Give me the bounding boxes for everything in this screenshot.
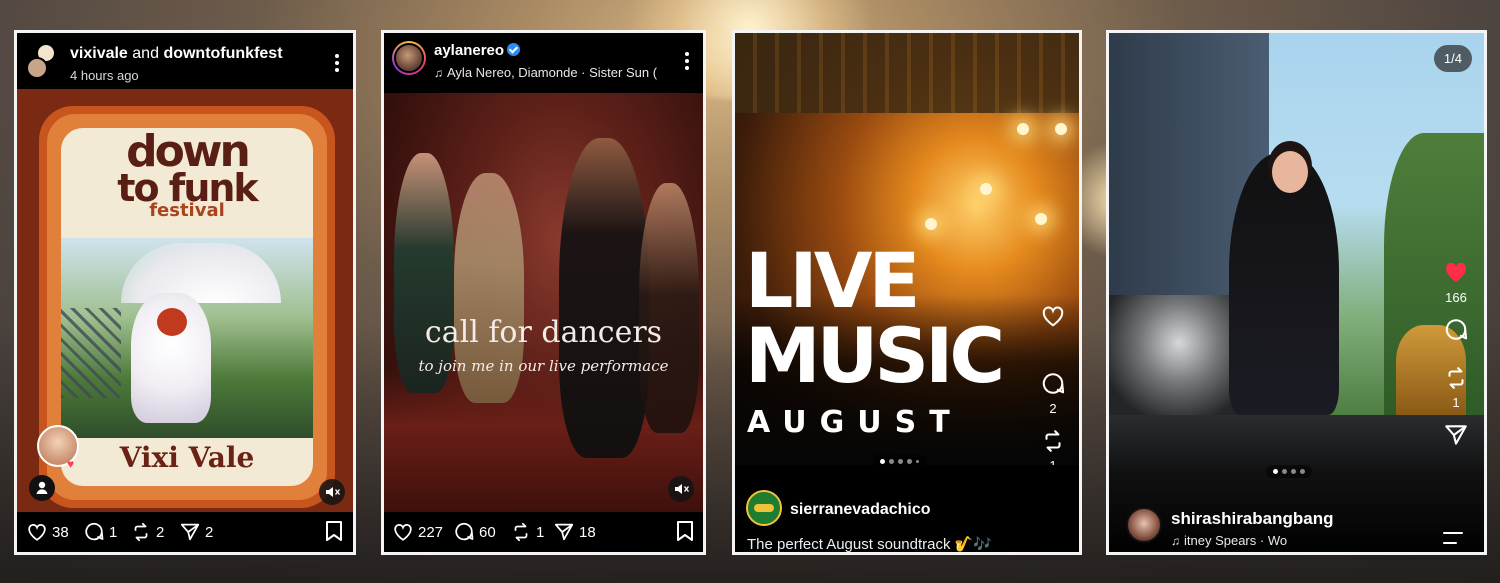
post-author[interactable]: aylanereo	[434, 42, 521, 59]
tagged-people-icon[interactable]	[29, 475, 55, 501]
post-footer: sierranevadachico The perfect August sou…	[735, 465, 1079, 552]
like-action[interactable]: 38	[26, 521, 69, 543]
menu-icon[interactable]	[1442, 530, 1464, 546]
carousel-indicator	[1266, 465, 1312, 478]
comment-count: 1	[109, 523, 118, 541]
post-author[interactable]: vixivale and downtofunkfest	[70, 45, 283, 63]
comment-icon[interactable]	[1040, 371, 1066, 397]
heart-icon[interactable]	[1442, 258, 1470, 286]
post-media[interactable]: LIVE MUSIC AUGUST	[735, 33, 1079, 468]
comment-icon[interactable]	[83, 521, 105, 543]
poster-performer-name: Vixi Vale	[119, 441, 255, 474]
heart-icon[interactable]	[1040, 303, 1066, 329]
like-action[interactable]: 227	[392, 521, 443, 543]
logo-line: festival	[149, 200, 225, 221]
like-count: 38	[52, 523, 69, 541]
author-avatar[interactable]	[1126, 507, 1162, 543]
audio-track[interactable]: ♫ Ayla Nereo, Diamonde · Sister Sun (	[434, 65, 657, 80]
post-header: aylanereo ♫ Ayla Nereo, Diamonde · Sister…	[384, 33, 703, 93]
post-media[interactable]: call for dancers to join me in our live …	[384, 93, 703, 516]
headline-live: LIVE	[745, 236, 920, 325]
post-card-sierranevadachico[interactable]: LIVE MUSIC AUGUST 2 1 sierranevadachico …	[732, 30, 1082, 555]
repost-icon[interactable]	[1443, 365, 1469, 391]
like-count: 166	[1445, 290, 1467, 305]
post-actions: 227 60 1 18	[384, 512, 703, 552]
bookmark-icon[interactable]	[675, 520, 695, 542]
post-card-shirashirabangbang[interactable]: 1/4 166 1 shirashirabangbang ♫ itney Spea…	[1106, 30, 1487, 555]
mute-icon[interactable]	[668, 476, 694, 502]
poster-frame: down to funk festival Vixi Vale	[39, 106, 335, 508]
repost-count: 1	[536, 523, 545, 541]
author-joiner: and	[132, 45, 159, 62]
like-count: 227	[418, 523, 444, 541]
performer-photo	[61, 238, 313, 438]
heart-icon[interactable]	[392, 521, 414, 543]
post-timestamp: 4 hours ago	[70, 68, 139, 83]
post-media[interactable]: 1/4	[1109, 33, 1484, 415]
share-count: 18	[579, 523, 596, 541]
collab-avatars[interactable]	[26, 43, 56, 79]
dancer-figure	[639, 183, 699, 433]
festival-logo: down to funk festival	[61, 130, 313, 222]
dancer-figure	[559, 138, 649, 458]
overlay-subtitle: to join me in our live performace	[418, 357, 669, 375]
audio-track-label: Ayla Nereo, Diamonde · Sister Sun (	[447, 65, 658, 80]
heart-icon: ♥	[67, 457, 75, 471]
collab-author-name[interactable]: downtofunkfest	[163, 45, 282, 62]
repost-count: 2	[156, 523, 165, 541]
author-name[interactable]: sierranevadachico	[790, 501, 931, 519]
post-caption[interactable]: The perfect August soundtrack 🎷🎶	[747, 535, 992, 552]
audio-track-label: itney Spears · Wo	[1184, 533, 1288, 548]
repost-action[interactable]: 1	[510, 521, 544, 543]
bookmark-icon[interactable]	[324, 520, 344, 542]
headline-month: AUGUST	[747, 405, 963, 440]
audio-track[interactable]: ♫ itney Spears · Wo	[1171, 533, 1287, 548]
comment-count: 60	[479, 523, 496, 541]
repost-action[interactable]: 2	[130, 521, 164, 543]
post-card-vixivale[interactable]: vixivale and downtofunkfest 4 hours ago …	[14, 30, 356, 555]
repost-count: 1	[1452, 395, 1460, 410]
repost-icon[interactable]	[510, 521, 532, 543]
comment-action[interactable]: 1	[83, 521, 117, 543]
share-action[interactable]: 18	[553, 521, 596, 543]
share-action[interactable]: 2	[179, 521, 213, 543]
share-count: 2	[205, 523, 214, 541]
media-lower-area	[1109, 415, 1484, 552]
comment-icon[interactable]	[453, 521, 475, 543]
music-note-icon: ♫	[434, 66, 443, 80]
post-actions: 38 1 2 2	[17, 512, 353, 552]
repost-icon[interactable]	[130, 521, 152, 543]
music-note-icon: ♫	[1171, 534, 1180, 548]
post-header: vixivale and downtofunkfest 4 hours ago	[17, 33, 353, 89]
repost-icon[interactable]	[1040, 428, 1066, 454]
side-actions: 166 1	[1442, 258, 1470, 448]
comment-count: 2	[1049, 401, 1057, 416]
author-name[interactable]: aylanereo	[434, 42, 504, 59]
overlay-title: call for dancers	[424, 315, 663, 350]
author-name[interactable]: shirashirabangbang	[1171, 509, 1333, 529]
post-card-aylanereo[interactable]: aylanereo ♫ Ayla Nereo, Diamonde · Sister…	[381, 30, 706, 555]
headline-music: MUSIC	[745, 311, 1005, 400]
carousel-counter: 1/4	[1433, 45, 1472, 72]
post-media[interactable]: down to funk festival Vixi Vale ♥	[17, 89, 353, 515]
comment-icon[interactable]	[1443, 317, 1469, 343]
author-avatar[interactable]	[746, 490, 782, 526]
verified-badge-icon	[507, 43, 521, 56]
send-icon[interactable]	[179, 521, 201, 543]
comment-action[interactable]: 60	[453, 521, 496, 543]
send-icon[interactable]	[1443, 422, 1469, 448]
heart-icon[interactable]	[26, 521, 48, 543]
mute-icon[interactable]	[319, 479, 345, 505]
author-avatar[interactable]	[392, 41, 426, 75]
more-options-icon[interactable]	[679, 50, 695, 72]
author-name[interactable]: vixivale	[70, 45, 128, 62]
send-icon[interactable]	[553, 521, 575, 543]
more-options-icon[interactable]	[329, 52, 345, 74]
